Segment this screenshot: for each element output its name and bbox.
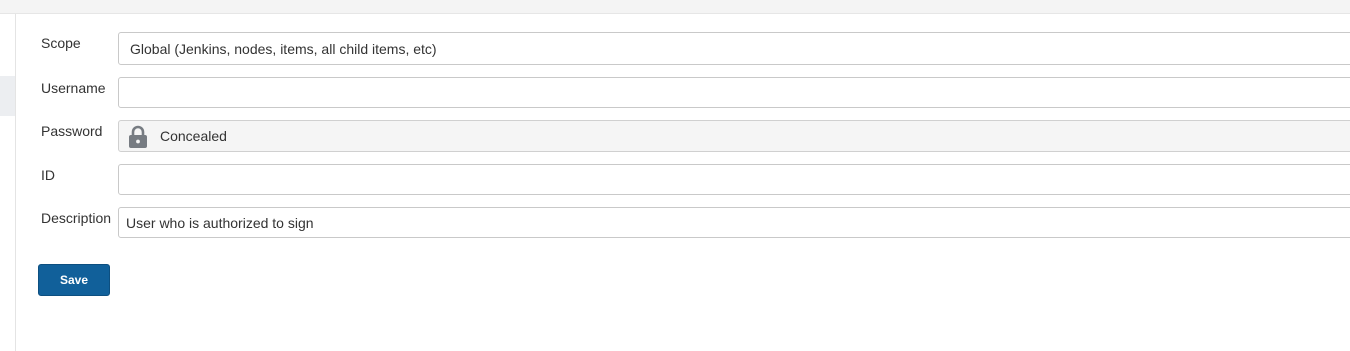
sidebar <box>0 14 16 351</box>
scope-select[interactable]: Global (Jenkins, nodes, items, all child… <box>118 32 1350 65</box>
password-label: Password <box>41 123 103 139</box>
lock-icon <box>129 125 147 148</box>
scope-label: Scope <box>41 35 81 51</box>
password-field[interactable]: Concealed <box>118 120 1350 152</box>
description-value: User who is authorized to sign <box>126 214 314 231</box>
id-label: ID <box>41 167 55 183</box>
password-concealed-text: Concealed <box>160 128 227 144</box>
save-button[interactable]: Save <box>38 264 110 296</box>
username-label: Username <box>41 80 106 96</box>
page-header-strip <box>0 0 1350 14</box>
id-field[interactable] <box>118 164 1350 195</box>
description-label: Description <box>41 210 112 226</box>
scope-select-value: Global (Jenkins, nodes, items, all child… <box>130 40 437 57</box>
sidebar-item-active[interactable] <box>0 76 15 116</box>
username-field[interactable] <box>118 77 1350 108</box>
description-field[interactable]: User who is authorized to sign <box>118 207 1350 238</box>
